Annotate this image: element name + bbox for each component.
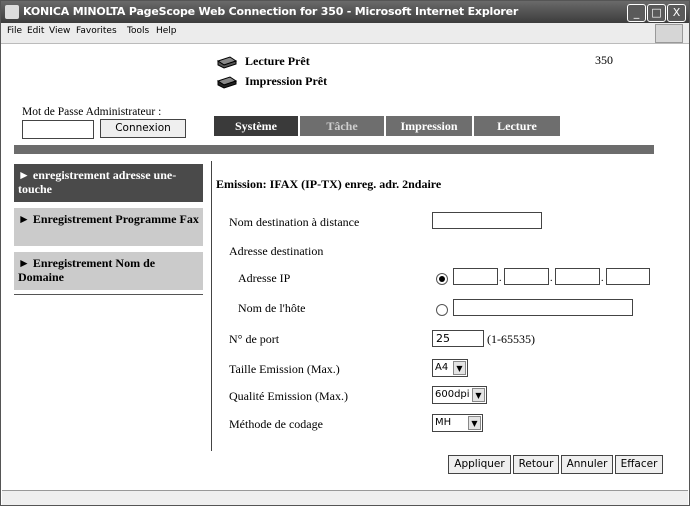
ip-separator: . [601, 273, 604, 284]
ip-separator: . [499, 273, 502, 284]
size-select-value: A4 [435, 362, 449, 373]
tab-systeme[interactable]: Système [214, 116, 298, 136]
size-label: Taille Emission (Max.) [229, 362, 340, 376]
content-divider [211, 161, 212, 451]
ip-octet-2[interactable] [504, 268, 549, 285]
menu-edit[interactable]: Edit [27, 26, 44, 36]
menu-file[interactable]: File [7, 26, 22, 36]
chevron-down-icon: ▼ [453, 361, 466, 375]
windows-logo-icon [655, 24, 683, 43]
menu-view[interactable]: View [49, 26, 70, 36]
form-heading: Emission: IFAX (IP-TX) enreg. adr. 2ndai… [216, 177, 442, 191]
host-label: Nom de l'hôte [238, 301, 306, 315]
port-label: N° de port [229, 332, 280, 346]
clear-button[interactable]: Effacer [615, 455, 663, 474]
apply-button[interactable]: Appliquer [448, 455, 511, 474]
printer-icon [216, 76, 238, 89]
ip-octet-3[interactable] [555, 268, 600, 285]
ip-radio[interactable] [436, 273, 448, 285]
maximize-button[interactable]: □ [647, 4, 666, 22]
sidebar-item-fax-program[interactable]: ► Enregistrement Programme Fax [14, 208, 203, 246]
port-input[interactable]: 25 [432, 330, 484, 347]
ip-separator: . [550, 273, 553, 284]
tab-lecture[interactable]: Lecture [474, 116, 560, 136]
sidebar-item-domain-name[interactable]: ► Enregistrement Nom de Domaine [14, 252, 203, 290]
host-input[interactable] [453, 299, 633, 316]
print-status: Impression Prêt [245, 74, 328, 88]
coding-select-value: MH [435, 417, 452, 428]
port-range: (1-65535) [487, 332, 535, 346]
quality-select-value: 600dpi [435, 389, 470, 400]
dest-address-label: Adresse destination [229, 244, 324, 258]
sidebar-item-one-touch[interactable]: ► enregistrement adresse une-touche [14, 164, 203, 202]
menu-bar: File Edit View Favorites Tools Help [1, 23, 689, 44]
coding-select[interactable]: MH ▼ [432, 414, 483, 432]
browser-window: KONICA MINOLTA PageScope Web Connection … [0, 0, 690, 506]
size-select[interactable]: A4 ▼ [432, 359, 468, 377]
menu-favorites[interactable]: Favorites [76, 26, 117, 36]
quality-label: Qualité Emission (Max.) [229, 389, 348, 403]
scan-status: Lecture Prêt [245, 54, 310, 68]
page-content: Lecture Prêt Impression Prêt 350 Mot de … [2, 44, 688, 503]
ie-icon [5, 5, 19, 19]
quality-select[interactable]: 600dpi ▼ [432, 386, 487, 404]
menu-help[interactable]: Help [156, 26, 177, 36]
coding-label: Méthode de codage [229, 417, 323, 431]
remote-name-label: Nom destination à distance [229, 215, 360, 229]
tab-impression[interactable]: Impression [386, 116, 472, 136]
cancel-button[interactable]: Annuler [561, 455, 613, 474]
sidebar-divider [14, 294, 203, 295]
header-divider-bar [14, 145, 654, 154]
tab-tache[interactable]: Tâche [300, 116, 384, 136]
back-button[interactable]: Retour [513, 455, 559, 474]
window-title: KONICA MINOLTA PageScope Web Connection … [23, 5, 519, 18]
password-label: Mot de Passe Administrateur : [22, 106, 162, 118]
model-number: 350 [595, 53, 613, 67]
remote-name-input[interactable] [432, 212, 542, 229]
title-bar: KONICA MINOLTA PageScope Web Connection … [1, 1, 689, 23]
minimize-button[interactable]: _ [627, 4, 646, 22]
password-input[interactable] [22, 120, 94, 139]
chevron-down-icon: ▼ [468, 416, 481, 430]
chevron-down-icon: ▼ [472, 388, 485, 402]
printer-icon [216, 56, 238, 69]
ip-octet-4[interactable] [606, 268, 650, 285]
menu-tools[interactable]: Tools [127, 26, 149, 36]
browser-status-bar [2, 490, 688, 505]
host-radio[interactable] [436, 304, 448, 316]
ip-octet-1[interactable] [453, 268, 498, 285]
ip-label: Adresse IP [238, 271, 291, 285]
login-button[interactable]: Connexion [100, 119, 186, 138]
close-button[interactable]: X [667, 4, 686, 22]
